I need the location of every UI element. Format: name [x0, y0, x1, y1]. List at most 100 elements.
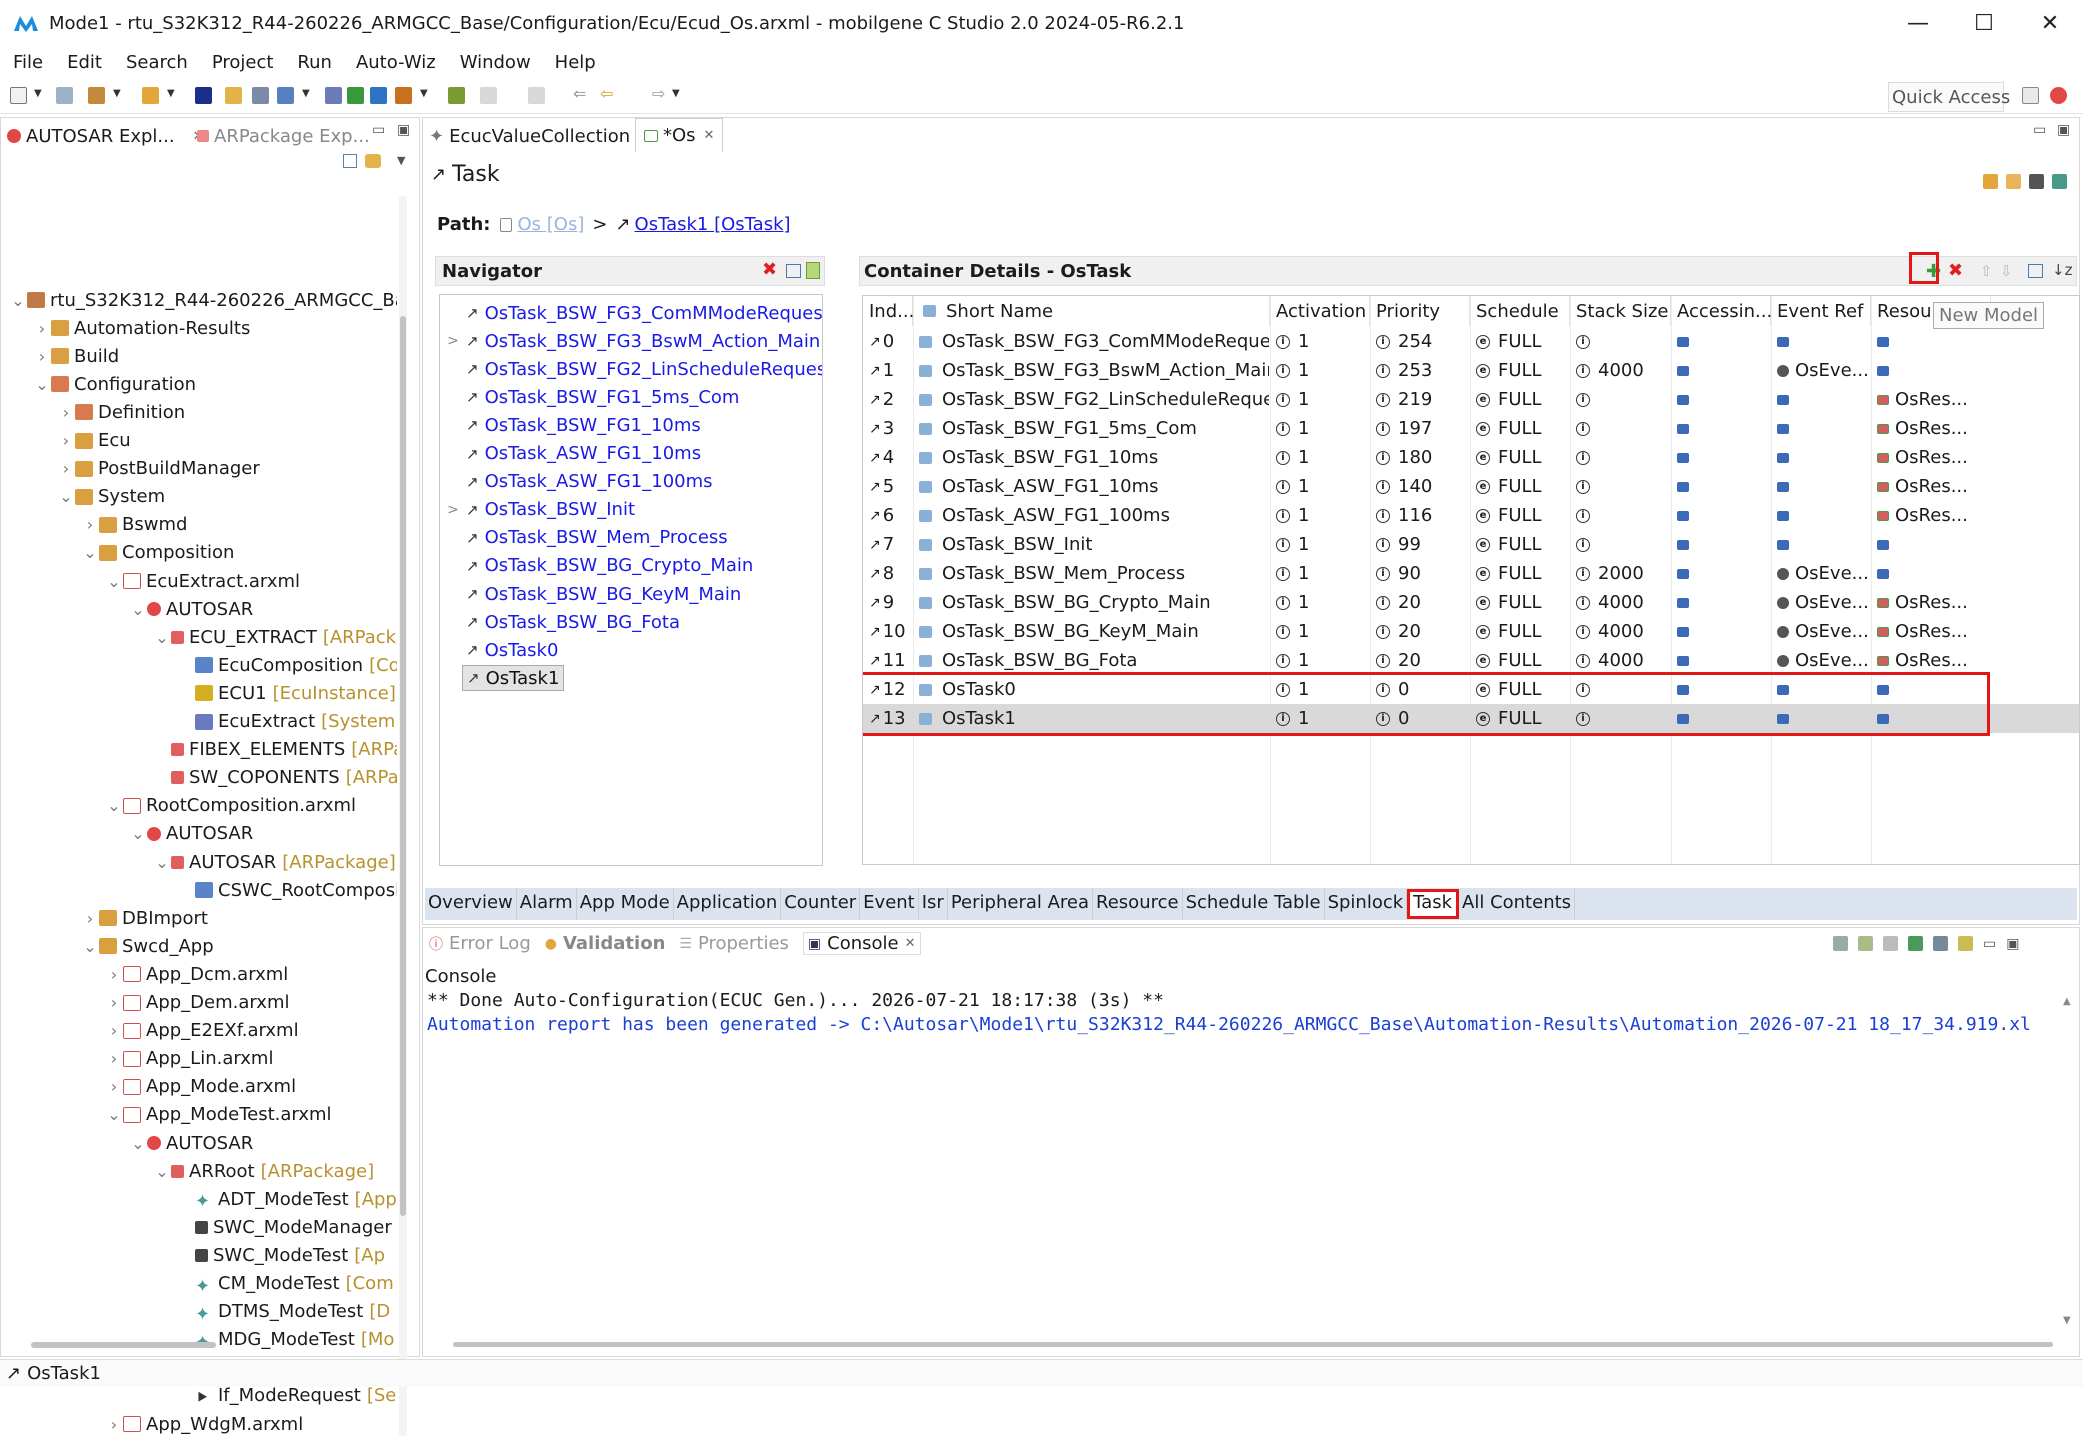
expand-twisty-icon[interactable]: › [81, 909, 99, 928]
tree-item[interactable]: › App_Mode.arxml [105, 1073, 296, 1101]
tree-item[interactable]: ⌄ AUTOSAR [129, 820, 253, 848]
dropdown-icon[interactable]: ▼ [113, 88, 123, 105]
tab-autosar-explorer[interactable]: AUTOSAR Expl... ✕ [7, 120, 203, 152]
expand-twisty-icon[interactable]: › [33, 319, 51, 338]
tree-item[interactable]: ⌄ Swcd_App [81, 932, 213, 960]
tree-item[interactable]: › Build [33, 342, 119, 370]
page-tab-isr[interactable]: Isr [919, 889, 948, 919]
tab-error-log[interactable]: Error Log [449, 933, 531, 954]
table-row[interactable]: ↗ 3 OsTask_BSW_FG1_5ms_Com i 1 i 197 e FULL i OsRe… [863, 414, 2079, 443]
collapse-twisty-icon[interactable]: ⌄ [81, 543, 99, 562]
expand-twisty-icon[interactable]: › [105, 1021, 123, 1040]
navigator-item[interactable]: ↗ OsTask_BSW_Mem_Process [444, 524, 732, 552]
tree-item[interactable]: EcuExtract [System] [177, 708, 397, 736]
dropdown-icon[interactable]: ▼ [302, 88, 312, 105]
expand-icon[interactable] [806, 262, 820, 279]
path-task-link[interactable]: OsTask1 [OsTask] [635, 214, 791, 235]
table-row[interactable]: ↗ 4 OsTask_BSW_FG1_10ms i 1 i 180 e FULL i OsRes..… [863, 443, 2079, 472]
link-icon[interactable] [2006, 174, 2021, 189]
minimize-view-icon[interactable]: ▭ [2033, 122, 2046, 138]
tree-item[interactable]: › DBImport [81, 904, 208, 932]
page-tab-alarm[interactable]: Alarm [517, 889, 577, 919]
tree-item[interactable]: ⌄ App_ModeTest.arxml [105, 1101, 331, 1129]
prev-edit-icon[interactable]: ⇐ [573, 84, 590, 103]
page-tab-counter[interactable]: Counter [781, 889, 861, 919]
table-row[interactable]: ↗ 10 OsTask_BSW_BG_KeyM_Main i 1 i 20 e FULL i 400… [863, 617, 2079, 646]
quick-access-field[interactable]: Quick Access [1888, 82, 2010, 112]
x-tool-icon[interactable] [370, 87, 387, 104]
dropdown-icon[interactable]: ▼ [34, 88, 44, 105]
tree-item[interactable]: ✦ DTMS_ModeTest [D [177, 1298, 390, 1326]
page-tab-all-contents[interactable]: All Contents [1459, 889, 1576, 919]
view-menu-icon[interactable]: ▼ [397, 154, 405, 167]
tab-arpackage-explorer[interactable]: ARPackage Exp... [197, 120, 370, 152]
menu-project[interactable]: Project [199, 52, 285, 73]
calc-icon[interactable] [325, 87, 342, 104]
console-line-report[interactable]: Automation report has been generated -> … [427, 1014, 2057, 1035]
collapse-twisty-icon[interactable]: ⌄ [105, 572, 123, 591]
page-tab-peripheral-area[interactable]: Peripheral Area [948, 889, 1094, 919]
column-header[interactable]: Ind... [863, 296, 914, 326]
tree-item[interactable]: EcuComposition [Co [177, 651, 397, 679]
tree-item[interactable]: ⌄ ARRoot [ARPackage] [153, 1157, 374, 1185]
column-header[interactable]: Stack Size [1570, 296, 1671, 326]
tree-item[interactable]: SW_COPONENTS [ARPa [153, 764, 397, 792]
console-vertical-scrollbar[interactable]: ▲ ▼ [2063, 996, 2073, 1326]
perspective-icon[interactable] [2022, 87, 2039, 104]
menu-window[interactable]: Window [447, 52, 542, 73]
page-tab-spinlock[interactable]: Spinlock [1325, 889, 1408, 919]
scrollbar-thumb[interactable] [400, 316, 406, 1216]
tree-item[interactable]: › App_Dem.arxml [105, 989, 290, 1017]
home-icon[interactable] [2029, 174, 2044, 189]
menu-edit[interactable]: Edit [54, 52, 113, 73]
menu-search[interactable]: Search [113, 52, 199, 73]
close-button[interactable]: ✕ [2017, 0, 2083, 46]
navigator-item[interactable]: ↗ OsTask1 [444, 664, 565, 692]
collapse-twisty-icon[interactable]: ⌄ [129, 824, 147, 843]
close-tab-icon[interactable]: ✕ [704, 128, 715, 143]
navigator-item[interactable]: ↗ OsTask_BSW_FG1_5ms_Com [444, 383, 743, 411]
expand-twisty-icon[interactable]: › [57, 459, 75, 478]
tree-item[interactable]: ⌄ System [57, 483, 165, 511]
column-header[interactable]: Activation [1270, 296, 1370, 326]
maximize-view-icon[interactable]: ▣ [2006, 936, 2019, 952]
navigator-item[interactable]: ↗ OsTask_BSW_FG3_ComMModeRequest [444, 299, 822, 327]
table-row[interactable]: ↗ 7 OsTask_BSW_Init i 1 i 99 e FULL i [863, 530, 2079, 559]
path-os-link[interactable]: Os [Os] [517, 214, 584, 235]
page-tab-event[interactable]: Event [860, 889, 919, 919]
menu-help[interactable]: Help [542, 52, 607, 73]
delete-icon[interactable]: ✖ [762, 259, 777, 280]
tab-os[interactable]: *Os ✕ [635, 118, 724, 152]
expand-twisty-icon[interactable]: › [57, 431, 75, 450]
back-icon[interactable]: ⇦ [600, 84, 617, 103]
display-console-icon[interactable] [1933, 936, 1948, 951]
tab-console[interactable]: Console [827, 933, 898, 954]
page-tab-schedule-table[interactable]: Schedule Table [1183, 889, 1325, 919]
grid-icon[interactable] [277, 87, 294, 104]
autosar-perspective-icon[interactable] [2050, 87, 2067, 104]
tree-item[interactable]: › App_Lin.arxml [105, 1045, 274, 1073]
star-icon[interactable] [225, 87, 242, 104]
navigator-item[interactable]: ↗ OsTask_BSW_BG_KeyM_Main [444, 580, 745, 608]
tree-item[interactable]: › Ecu [57, 427, 131, 455]
close-tab-icon[interactable]: ✕ [905, 936, 916, 951]
menu-run[interactable]: Run [284, 52, 343, 73]
tree-item[interactable]: › Definition [57, 398, 185, 426]
tree-item[interactable]: ✦MDG_ModeTest[Mo [177, 1326, 394, 1354]
navigator-item[interactable]: ↗ OsTask_BSW_BG_Fota [444, 608, 684, 636]
tool-icon[interactable] [195, 87, 212, 104]
table-row[interactable]: ↗ 2 OsTask_BSW_FG2_LinScheduleRequest i 1 i 21… [863, 385, 2079, 414]
move-up-icon[interactable]: ⇧ [1980, 262, 1993, 280]
navigator-item[interactable]: ↗ OsTask_BSW_FG2_LinScheduleRequest [444, 355, 822, 383]
tree-item[interactable]: ⌄ ECU_EXTRACT[ARPacka [153, 623, 397, 651]
tree-item[interactable]: ✦ ADT_ModeTest [App [177, 1185, 397, 1213]
collapse-twisty-icon[interactable]: ⌄ [105, 1105, 123, 1124]
navigator-item[interactable]: ↗ OsTask_BSW_BG_Crypto_Main [444, 552, 757, 580]
dropdown-icon[interactable]: ▼ [420, 88, 430, 105]
tab-properties[interactable]: Properties [698, 933, 789, 954]
tree-item[interactable]: SWC_ModeManager [177, 1213, 392, 1241]
open-console-icon[interactable] [1958, 936, 1973, 951]
navigator-item[interactable]: ↗ OsTask_ASW_FG1_10ms [444, 440, 705, 468]
minimize-view-icon[interactable]: ▭ [372, 122, 385, 138]
page-tab-app-mode[interactable]: App Mode [577, 889, 674, 919]
